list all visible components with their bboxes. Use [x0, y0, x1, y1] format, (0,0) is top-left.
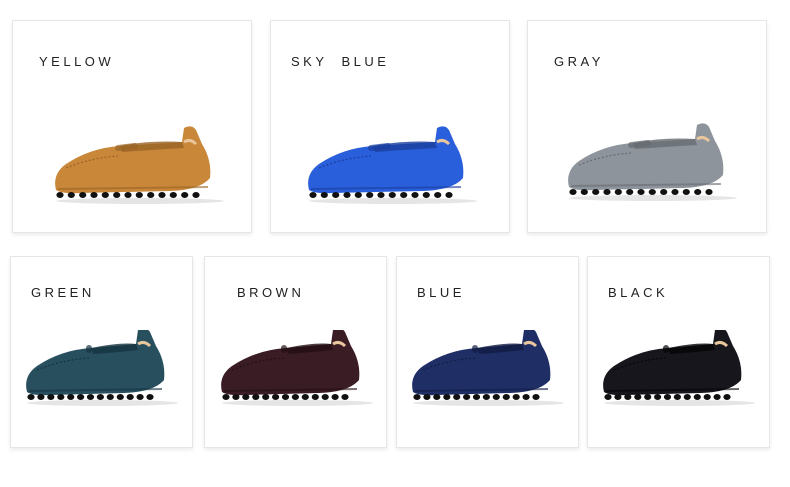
color-card-black: BLACK	[587, 256, 770, 448]
color-card-sky-blue: SKY BLUE	[270, 20, 510, 233]
shoe-image	[563, 113, 743, 201]
shoe-image	[216, 330, 379, 406]
color-card-gray: GRAY	[527, 20, 767, 233]
shoe-image	[303, 116, 483, 204]
color-label: GREEN	[31, 285, 95, 300]
color-card-brown: BROWN	[204, 256, 387, 448]
shoe-image	[407, 330, 570, 406]
color-card-blue: BLUE	[396, 256, 579, 448]
color-label: BLUE	[417, 285, 465, 300]
color-label: GRAY	[554, 54, 604, 69]
color-card-yellow: YELLOW	[12, 20, 252, 233]
color-label: BLACK	[608, 285, 669, 300]
shoe-image	[598, 330, 761, 406]
color-card-green: GREEN	[10, 256, 193, 448]
color-label: BROWN	[237, 285, 305, 300]
color-label: SKY BLUE	[291, 54, 390, 69]
shoe-image	[21, 330, 184, 406]
color-label: YELLOW	[39, 54, 115, 69]
shoe-image	[50, 116, 230, 204]
